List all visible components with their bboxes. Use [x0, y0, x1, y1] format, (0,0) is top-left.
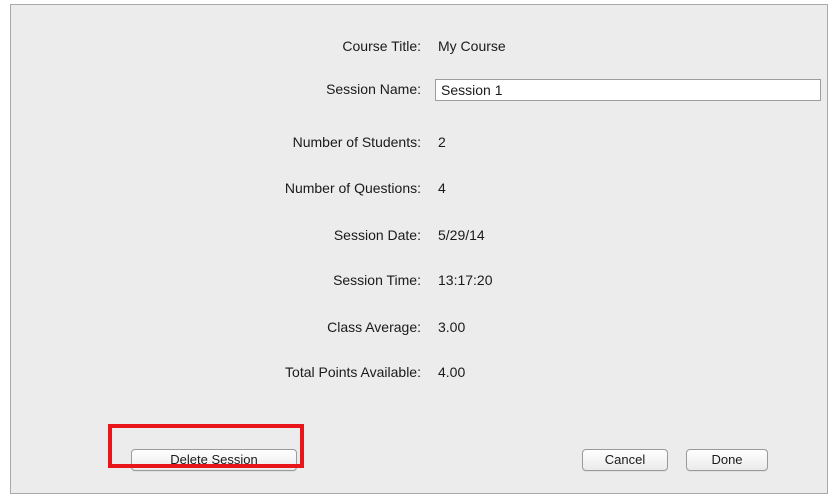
session-date-row: Session Date: 5/29/14 [11, 225, 829, 247]
course-title-label: Course Title: [342, 38, 421, 54]
class-average-value: 3.00 [438, 319, 466, 335]
total-points-label: Total Points Available: [285, 364, 421, 380]
num-students-value: 2 [438, 134, 446, 150]
delete-session-highlight-box [108, 424, 304, 468]
session-name-row: Session Name: [11, 79, 829, 101]
session-date-label: Session Date: [333, 227, 421, 243]
session-date-value: 5/29/14 [438, 227, 485, 243]
cancel-button[interactable]: Cancel [582, 449, 668, 471]
done-button[interactable]: Done [686, 449, 768, 471]
num-questions-value: 4 [438, 180, 446, 196]
num-questions-label: Number of Questions: [284, 180, 421, 196]
total-points-row: Total Points Available: 4.00 [11, 362, 829, 384]
session-time-label: Session Time: [333, 272, 421, 288]
class-average-row: Class Average: 3.00 [11, 317, 829, 339]
session-time-value: 13:17:20 [438, 272, 493, 288]
class-average-label: Class Average: [327, 319, 421, 335]
session-time-row: Session Time: 13:17:20 [11, 270, 829, 292]
num-students-row: Number of Students: 2 [11, 132, 829, 154]
session-details-dialog: Course Title: My Course Session Name: Nu… [10, 4, 828, 494]
num-students-label: Number of Students: [292, 134, 421, 150]
session-name-label: Session Name: [326, 81, 421, 97]
course-title-value: My Course [438, 38, 506, 54]
session-name-input[interactable] [435, 79, 821, 101]
course-title-row: Course Title: My Course [11, 36, 829, 58]
total-points-value: 4.00 [438, 364, 466, 380]
num-questions-row: Number of Questions: 4 [11, 178, 829, 200]
